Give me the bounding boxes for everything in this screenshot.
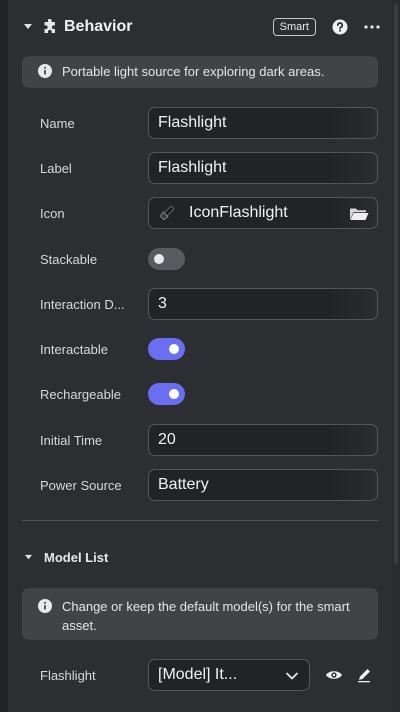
toggle-knob bbox=[154, 254, 164, 264]
label-label: Label bbox=[40, 160, 72, 176]
property-row-name: Name Flashlight bbox=[40, 107, 378, 139]
property-row-interactable: Interactable bbox=[40, 333, 378, 365]
folder-open-icon[interactable] bbox=[349, 206, 369, 222]
behavior-header: Behavior Smart bbox=[22, 12, 382, 42]
initial-time-field[interactable]: 20 bbox=[148, 424, 378, 456]
panel-scrollbar[interactable] bbox=[392, 0, 400, 712]
description-text: Portable light source for exploring dark… bbox=[62, 64, 325, 79]
property-row-rechargeable: Rechargeable bbox=[40, 378, 378, 410]
edit-pencil-icon[interactable] bbox=[356, 667, 372, 683]
puzzle-icon bbox=[42, 19, 58, 35]
power-source-label: Power Source bbox=[40, 477, 122, 493]
property-row-label: Label Flashlight bbox=[40, 152, 378, 184]
name-field[interactable]: Flashlight bbox=[148, 107, 378, 139]
model-list-info-banner: Change or keep the default model(s) for … bbox=[22, 588, 378, 640]
property-row-interaction-distance: Interaction D... 3 bbox=[40, 288, 378, 320]
model-list-title: Model List bbox=[44, 549, 109, 565]
smart-badge: Smart bbox=[272, 18, 316, 36]
model-select-value: [Model] It... bbox=[158, 666, 238, 683]
scrollbar-thumb[interactable] bbox=[394, 4, 398, 564]
section-title: Behavior bbox=[64, 18, 133, 35]
header-actions: Smart bbox=[272, 18, 382, 36]
property-row-stackable: Stackable bbox=[40, 243, 378, 275]
model-row-flashlight: Flashlight [Model] It... bbox=[40, 659, 378, 691]
rechargeable-label: Rechargeable bbox=[40, 386, 121, 402]
behavior-panel: Behavior Smart Portable light source for… bbox=[0, 0, 400, 712]
flashlight-icon bbox=[158, 204, 176, 222]
help-icon[interactable] bbox=[332, 19, 348, 35]
initial-time-value: 20 bbox=[158, 431, 176, 448]
info-icon bbox=[38, 64, 52, 78]
model-select[interactable]: [Model] It... bbox=[148, 659, 310, 691]
collapse-chevron-icon[interactable] bbox=[22, 21, 34, 33]
more-options-icon[interactable] bbox=[364, 19, 382, 35]
power-source-field[interactable]: Battery bbox=[148, 469, 378, 501]
interactable-label: Interactable bbox=[40, 341, 108, 357]
toggle-knob bbox=[169, 389, 179, 399]
eye-icon[interactable] bbox=[325, 667, 343, 683]
interaction-distance-field[interactable]: 3 bbox=[148, 288, 378, 320]
icon-value: IconFlashlight bbox=[189, 204, 288, 221]
stackable-label: Stackable bbox=[40, 251, 98, 267]
panel-left-edge bbox=[0, 0, 8, 712]
label-field[interactable]: Flashlight bbox=[148, 152, 378, 184]
property-row-initial-time: Initial Time 20 bbox=[40, 424, 378, 456]
stackable-toggle[interactable] bbox=[148, 248, 185, 270]
rechargeable-toggle[interactable] bbox=[148, 383, 185, 405]
interactable-toggle[interactable] bbox=[148, 338, 185, 360]
interaction-distance-label: Interaction D... bbox=[40, 296, 125, 312]
power-source-value: Battery bbox=[158, 476, 209, 493]
toggle-knob bbox=[169, 344, 179, 354]
property-row-power-source: Power Source Battery bbox=[40, 469, 378, 501]
initial-time-label: Initial Time bbox=[40, 432, 103, 448]
model-list-header[interactable]: Model List bbox=[22, 546, 108, 568]
collapse-chevron-icon[interactable] bbox=[22, 551, 34, 563]
model-list-info-text: Change or keep the default model(s) for … bbox=[62, 599, 350, 633]
interaction-distance-value: 3 bbox=[158, 295, 167, 312]
name-value: Flashlight bbox=[158, 114, 227, 131]
description-banner: Portable light source for exploring dark… bbox=[22, 56, 378, 88]
label-value: Flashlight bbox=[158, 159, 227, 176]
name-label: Name bbox=[40, 115, 75, 131]
chevron-down-icon bbox=[285, 670, 299, 682]
model-item-label: Flashlight bbox=[40, 667, 96, 683]
info-icon bbox=[38, 599, 52, 613]
property-row-icon: Icon IconFlashlight bbox=[40, 197, 378, 229]
icon-picker-field[interactable]: IconFlashlight bbox=[148, 197, 378, 229]
section-divider bbox=[22, 520, 378, 521]
icon-label: Icon bbox=[40, 205, 65, 221]
